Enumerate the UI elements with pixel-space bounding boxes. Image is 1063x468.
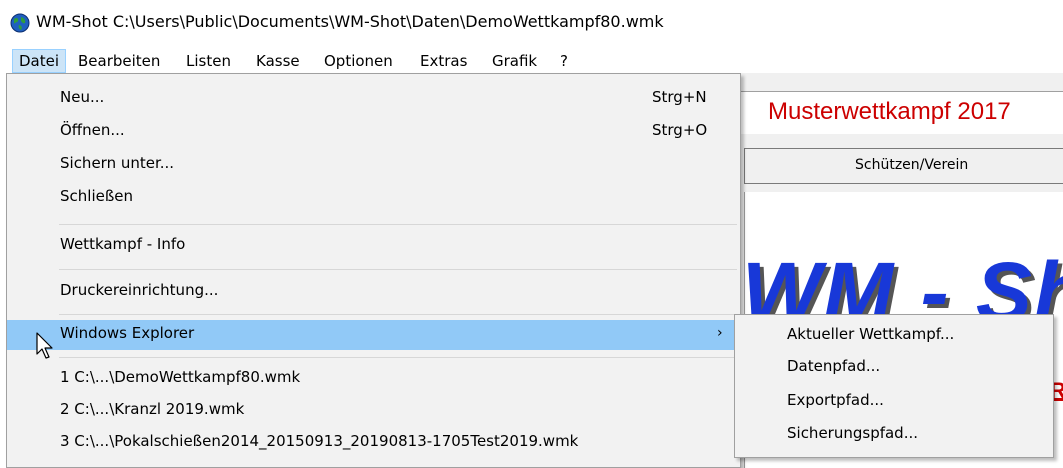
menu-separator xyxy=(59,357,737,358)
submenu-aktueller-wettkampf[interactable]: Aktueller Wettkampf... xyxy=(735,319,1053,349)
menu-item-windows-explorer[interactable]: Windows Explorer › xyxy=(7,320,740,350)
competition-title: Musterwettkampf 2017 xyxy=(768,98,1011,125)
menu-help[interactable]: ? xyxy=(554,49,574,73)
menu-separator xyxy=(59,224,737,225)
submenu-item-label: Exportpfad... xyxy=(787,391,884,409)
menu-item-label: 1 C:\...\DemoWettkampf80.wmk xyxy=(60,368,301,386)
menu-item-druckereinrichtung[interactable]: Druckereinrichtung... xyxy=(7,277,740,307)
menu-item-label: Sichern unter... xyxy=(60,154,175,172)
menu-extras[interactable]: Extras xyxy=(414,49,473,73)
menu-item-oeffnen[interactable]: Öffnen... Strg+O xyxy=(7,117,740,147)
submenu-datenpfad[interactable]: Datenpfad... xyxy=(735,351,1053,381)
file-menu-dropdown: Neu... Strg+N Öffnen... Strg+O Sichern u… xyxy=(6,73,741,468)
submenu-exportpfad[interactable]: Exportpfad... xyxy=(735,385,1053,415)
menu-separator xyxy=(59,269,737,270)
menu-bar: Datei Bearbeiten Listen Kasse Optionen E… xyxy=(0,49,1063,73)
globe-icon xyxy=(10,13,30,33)
submenu-item-label: Datenpfad... xyxy=(787,357,881,375)
menu-optionen[interactable]: Optionen xyxy=(318,49,399,73)
menu-item-label: Schließen xyxy=(60,187,134,205)
submenu-sicherungspfad[interactable]: Sicherungspfad... xyxy=(735,418,1053,448)
recent-file-3[interactable]: 3 C:\...\Pokalschießen2014_20150913_2019… xyxy=(7,428,740,458)
menu-listen[interactable]: Listen xyxy=(180,49,237,73)
submenu-item-label: Aktueller Wettkampf... xyxy=(787,325,955,343)
menu-item-neu[interactable]: Neu... Strg+N xyxy=(7,84,740,114)
recent-file-1[interactable]: 1 C:\...\DemoWettkampf80.wmk xyxy=(7,364,740,394)
tab-bar: Schützen/Verein xyxy=(744,148,1063,184)
menu-separator xyxy=(59,314,737,315)
submenu-item-label: Sicherungspfad... xyxy=(787,424,919,442)
menu-item-wettkampf-info[interactable]: Wettkampf - Info xyxy=(7,231,740,261)
recent-file-2[interactable]: 2 C:\...\Kranzl 2019.wmk xyxy=(7,396,740,426)
menu-datei[interactable]: Datei xyxy=(12,49,67,73)
menu-item-label: Windows Explorer xyxy=(60,324,195,342)
menu-item-sichern-unter[interactable]: Sichern unter... xyxy=(7,150,740,180)
menu-item-label: 3 C:\...\Pokalschießen2014_20150913_2019… xyxy=(60,432,579,450)
menu-bearbeiten[interactable]: Bearbeiten xyxy=(72,49,166,73)
menu-kasse[interactable]: Kasse xyxy=(250,49,306,73)
title-bar: WM-Shot C:\Users\Public\Documents\WM-Sho… xyxy=(0,0,1063,44)
menu-grafik[interactable]: Grafik xyxy=(486,49,543,73)
tab-schuetzen-verein[interactable]: Schützen/Verein xyxy=(855,157,968,173)
menu-item-shortcut: Strg+N xyxy=(652,88,707,106)
menu-item-label: Druckereinrichtung... xyxy=(60,281,219,299)
chevron-right-icon: › xyxy=(717,325,723,341)
window-title: WM-Shot C:\Users\Public\Documents\WM-Sho… xyxy=(36,12,664,31)
menu-item-label: Wettkampf - Info xyxy=(60,235,186,253)
menu-item-shortcut: Strg+O xyxy=(652,121,708,139)
menu-item-schliessen[interactable]: Schließen xyxy=(7,183,740,213)
mouse-cursor-icon xyxy=(36,332,53,359)
competition-title-box: Musterwettkampf 2017 xyxy=(740,91,1063,134)
windows-explorer-submenu: Aktueller Wettkampf... Datenpfad... Expo… xyxy=(734,314,1054,458)
menu-item-label: 2 C:\...\Kranzl 2019.wmk xyxy=(60,400,245,418)
menu-item-label: Neu... xyxy=(60,88,105,106)
menu-item-label: Öffnen... xyxy=(60,121,125,139)
